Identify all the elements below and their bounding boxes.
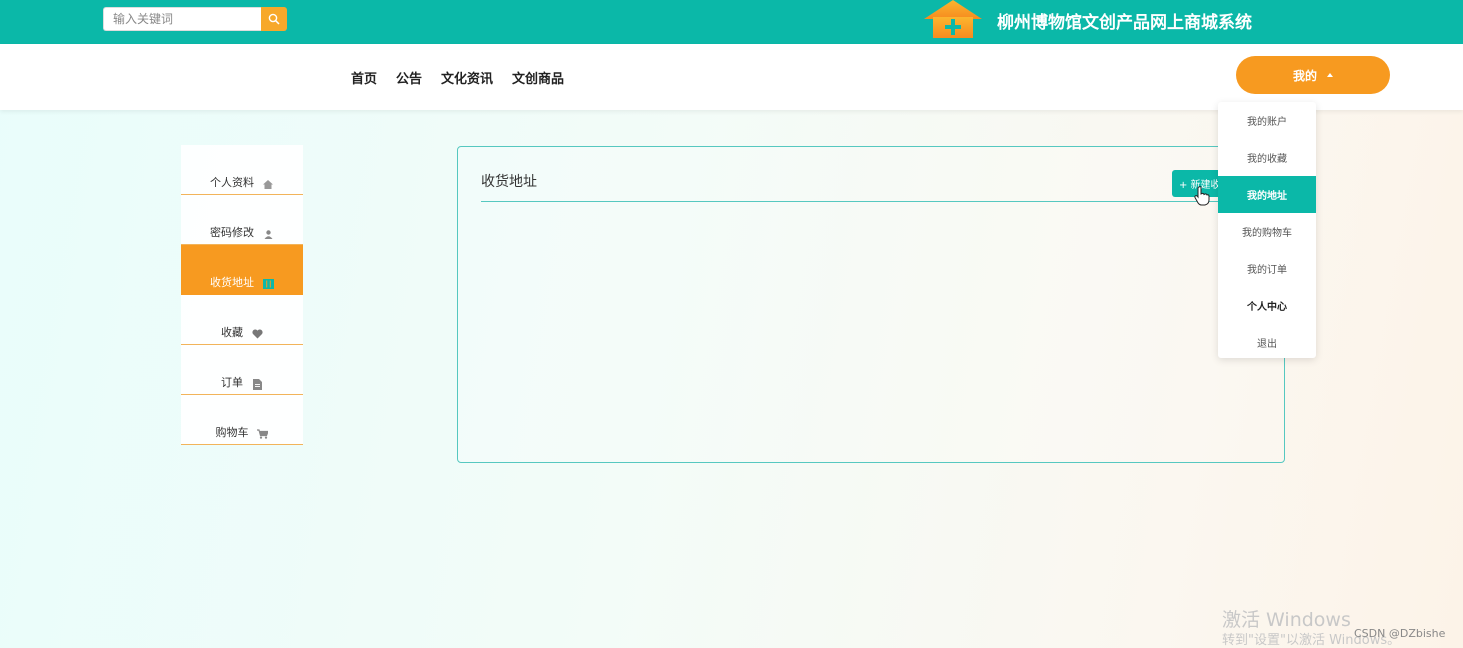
- nav-link-notice[interactable]: 公告: [396, 68, 422, 87]
- sidebar-item-orders[interactable]: 订单: [181, 345, 303, 395]
- title-divider: [481, 201, 1261, 202]
- sidebar-item-label: 个人资料: [210, 176, 254, 189]
- sidebar-item-label: 密码修改: [210, 226, 254, 239]
- home-icon: [262, 178, 274, 190]
- address-panel: 收货地址 + 新建收: [457, 146, 1285, 463]
- user-icon: [262, 228, 274, 240]
- caret-up-icon: [1327, 73, 1333, 77]
- page-title: 收货地址: [481, 174, 537, 190]
- search-box: [103, 7, 287, 31]
- csdn-watermark: CSDN @DZbishe: [1354, 627, 1446, 640]
- address-book-icon: [262, 278, 274, 290]
- cart-icon: [257, 428, 269, 440]
- hand-cursor-icon: [1194, 186, 1210, 206]
- nav-link-products[interactable]: 文创商品: [512, 68, 564, 87]
- menu-item-my-favorites[interactable]: 我的收藏: [1218, 139, 1316, 176]
- top-bar: 柳州博物馆文创产品网上商城系统: [0, 0, 1463, 44]
- menu-item-logout[interactable]: 退出: [1218, 324, 1316, 361]
- nav-link-culture-news[interactable]: 文化资讯: [441, 68, 493, 87]
- sidebar-item-profile[interactable]: 个人资料: [181, 145, 303, 195]
- sidebar-item-favorites[interactable]: 收藏: [181, 295, 303, 345]
- search-button[interactable]: [261, 7, 287, 31]
- user-sidebar: 个人资料 密码修改 收货地址 收藏 订单 购物车: [181, 145, 303, 445]
- sidebar-item-label: 购物车: [215, 426, 249, 439]
- menu-item-personal-center[interactable]: 个人中心: [1218, 287, 1316, 324]
- menu-item-my-account[interactable]: 我的账户: [1218, 102, 1316, 139]
- sidebar-item-label: 收货地址: [210, 276, 254, 289]
- site-title: 柳州博物馆文创产品网上商城系统: [997, 13, 1252, 33]
- house-logo-icon: [924, 0, 982, 38]
- search-input[interactable]: [103, 7, 261, 31]
- menu-item-my-orders[interactable]: 我的订单: [1218, 250, 1316, 287]
- search-icon: [268, 13, 280, 25]
- nav-links: 首页 公告 文化资讯 文创商品: [351, 68, 564, 87]
- menu-item-my-address[interactable]: 我的地址: [1218, 176, 1316, 213]
- mine-dropdown-menu: 我的账户 我的收藏 我的地址 我的购物车 我的订单 个人中心 退出: [1218, 102, 1316, 358]
- sidebar-item-label: 收藏: [221, 326, 243, 339]
- nav-link-home[interactable]: 首页: [351, 68, 377, 87]
- sidebar-item-address[interactable]: 收货地址: [181, 245, 303, 295]
- menu-item-my-cart[interactable]: 我的购物车: [1218, 213, 1316, 250]
- windows-activation-title: 激活 Windows: [1222, 609, 1351, 631]
- mine-label: 我的: [1292, 68, 1317, 83]
- mine-menu-button[interactable]: 我的: [1236, 56, 1390, 94]
- sidebar-item-password[interactable]: 密码修改: [181, 195, 303, 245]
- sidebar-item-cart[interactable]: 购物车: [181, 395, 303, 445]
- document-icon: [251, 378, 263, 390]
- nav-bar: 首页 公告 文化资讯 文创商品 我的: [0, 44, 1463, 110]
- heart-icon: [251, 328, 263, 340]
- sidebar-item-label: 订单: [221, 376, 243, 389]
